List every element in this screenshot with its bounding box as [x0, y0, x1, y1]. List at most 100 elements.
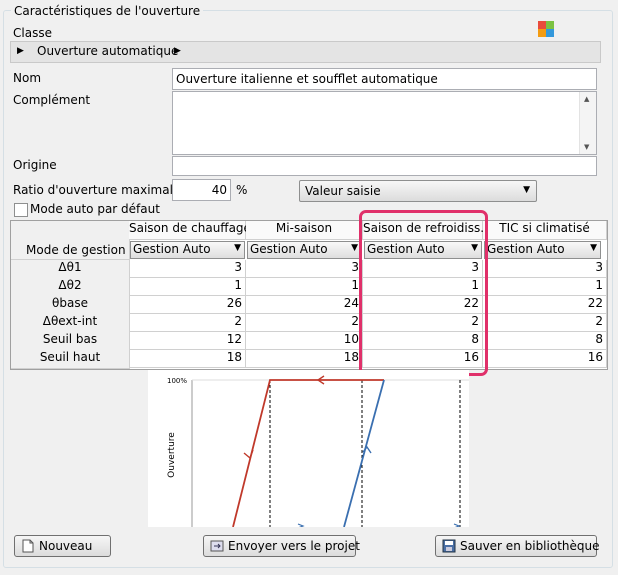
opening-chart-svg: 100% Ouverture [167, 375, 469, 529]
cell-value: 18 [343, 350, 359, 364]
row-label-tbase: θbase [11, 296, 130, 315]
ratio-input[interactable]: 40 [172, 179, 231, 201]
color-palette-icon[interactable] [538, 21, 554, 37]
table-cell[interactable]: 16 [483, 350, 607, 368]
mode-label: Mode de gestion [26, 243, 126, 257]
col-header-mi-saison: Mi-saison [246, 221, 363, 240]
col-header-tic: TIC si climatisé [483, 221, 607, 240]
row-label-dt2: Δθ2 [11, 278, 130, 297]
row-label: Δθ1 [58, 260, 82, 274]
complement-scrollbar[interactable]: ▲ ▼ [579, 92, 596, 154]
table-cell[interactable]: 3 [246, 260, 363, 278]
cell-value: 1 [351, 278, 359, 292]
cell-value: 24 [343, 296, 359, 310]
new-document-icon [21, 539, 35, 553]
ratio-value: 40 [211, 183, 227, 197]
new-button-label: Nouveau [39, 539, 93, 553]
table-cell[interactable]: 22 [483, 296, 607, 314]
table-cell[interactable]: 24 [246, 296, 363, 314]
table-cell[interactable]: 10 [246, 332, 363, 350]
table-cell[interactable]: 2 [483, 314, 607, 332]
complement-field[interactable]: ▲ ▼ [172, 91, 597, 155]
row-label: Δθ2 [58, 278, 82, 292]
mode-select-tic[interactable]: Gestion Auto ▼ [484, 241, 601, 259]
expand-arrow-icon[interactable]: ▶ [17, 46, 24, 56]
new-button[interactable]: Nouveau [14, 535, 111, 557]
cell-value: 10 [343, 332, 359, 346]
chevron-right-icon[interactable]: ▶ [174, 46, 181, 56]
row-label-dtext: Δθext-int [11, 314, 130, 333]
table-cell[interactable]: 18 [246, 350, 363, 368]
nom-label: Nom [13, 71, 42, 85]
cell-value: 22 [587, 296, 603, 310]
row-label-seuil-haut: Seuil haut [11, 350, 130, 369]
send-project-icon [210, 539, 224, 553]
class-breadcrumb[interactable]: ▶ Ouverture automatique ▶ [10, 41, 601, 63]
row-label: Seuil haut [39, 350, 101, 364]
table-cell[interactable]: 1 [246, 278, 363, 296]
classe-label: Classe [13, 26, 52, 40]
y-axis-label: Ouverture [167, 432, 177, 478]
mode-select-chauffage[interactable]: Gestion Auto ▼ [130, 241, 245, 259]
cell-value: 26 [226, 296, 242, 310]
closing-curve [232, 379, 384, 528]
ratio-unit: % [236, 183, 248, 197]
send-to-project-button[interactable]: Envoyer vers le projet [203, 535, 360, 557]
ratio-mode-value: Valeur saisie [305, 184, 381, 198]
cell-value: 3 [595, 260, 603, 274]
table-cell[interactable]: 18 [129, 350, 246, 368]
save-library-button[interactable]: Sauver en bibliothèque [435, 535, 600, 557]
table-cell[interactable]: 26 [129, 296, 246, 314]
cell-value: 1 [595, 278, 603, 292]
scroll-up-icon[interactable]: ▲ [584, 95, 589, 103]
parameters-table: Mode de gestion Saison de chauffage Mi-s… [10, 220, 608, 370]
complement-label: Complément [13, 93, 91, 107]
opening-chart: 100% Ouverture [148, 370, 469, 529]
row-label-dt1: Δθ1 [11, 260, 130, 279]
row-label-seuil-bas: Seuil bas [11, 332, 130, 351]
cell-value: 8 [595, 332, 603, 346]
arrow-marker-icon [297, 523, 305, 529]
mode-select-value: Gestion Auto [487, 242, 565, 256]
arrow-marker-icon [453, 523, 461, 529]
table-cell[interactable]: 2 [246, 314, 363, 332]
cell-value: 16 [587, 350, 603, 364]
origine-field[interactable] [172, 156, 597, 176]
row-label: Seuil bas [42, 332, 98, 346]
dropdown-arrow-icon: ▼ [351, 243, 358, 253]
dropdown-arrow-icon: ▼ [234, 243, 241, 253]
cell-value: 2 [351, 314, 359, 328]
scroll-down-icon[interactable]: ▼ [584, 143, 589, 151]
cell-value: 3 [351, 260, 359, 274]
table-cell[interactable]: 12 [129, 332, 246, 350]
table-cell[interactable]: 3 [483, 260, 607, 278]
row-label: θbase [52, 296, 88, 310]
mode-header-cell: Mode de gestion [11, 221, 130, 260]
mode-select-value: Gestion Auto [250, 242, 328, 256]
row-label: Δθext-int [42, 314, 98, 328]
dropdown-arrow-icon: ▼ [590, 243, 597, 253]
opening-curve [343, 379, 385, 528]
mode-select-value: Gestion Auto [133, 242, 211, 256]
group-title: Caractéristiques de l'ouverture [11, 4, 204, 18]
col-title: TIC si climatisé [499, 221, 590, 235]
table-cell[interactable]: 1 [129, 278, 246, 296]
mode-auto-checkbox[interactable] [14, 203, 28, 217]
cell-value: 2 [595, 314, 603, 328]
table-cell[interactable]: 3 [129, 260, 246, 278]
ratio-mode-select[interactable]: Valeur saisie ▼ [299, 180, 537, 202]
col-title: Saison de chauffage [129, 221, 251, 235]
save-library-label: Sauver en bibliothèque [460, 539, 600, 553]
mode-auto-label: Mode auto par défaut [30, 202, 160, 216]
cell-value: 18 [226, 350, 242, 364]
table-cell[interactable]: 2 [129, 314, 246, 332]
table-cell[interactable]: 8 [483, 332, 607, 350]
origine-label: Origine [13, 158, 57, 172]
table-cell[interactable]: 1 [483, 278, 607, 296]
mode-select-mi-saison[interactable]: Gestion Auto ▼ [247, 241, 362, 259]
y-tick-100: 100% [167, 377, 187, 385]
nom-field[interactable]: Ouverture italienne et soufflet automati… [172, 68, 597, 90]
dropdown-arrow-icon: ▼ [523, 185, 530, 195]
highlight-annotation [359, 210, 488, 376]
col-title: Mi-saison [275, 221, 333, 235]
